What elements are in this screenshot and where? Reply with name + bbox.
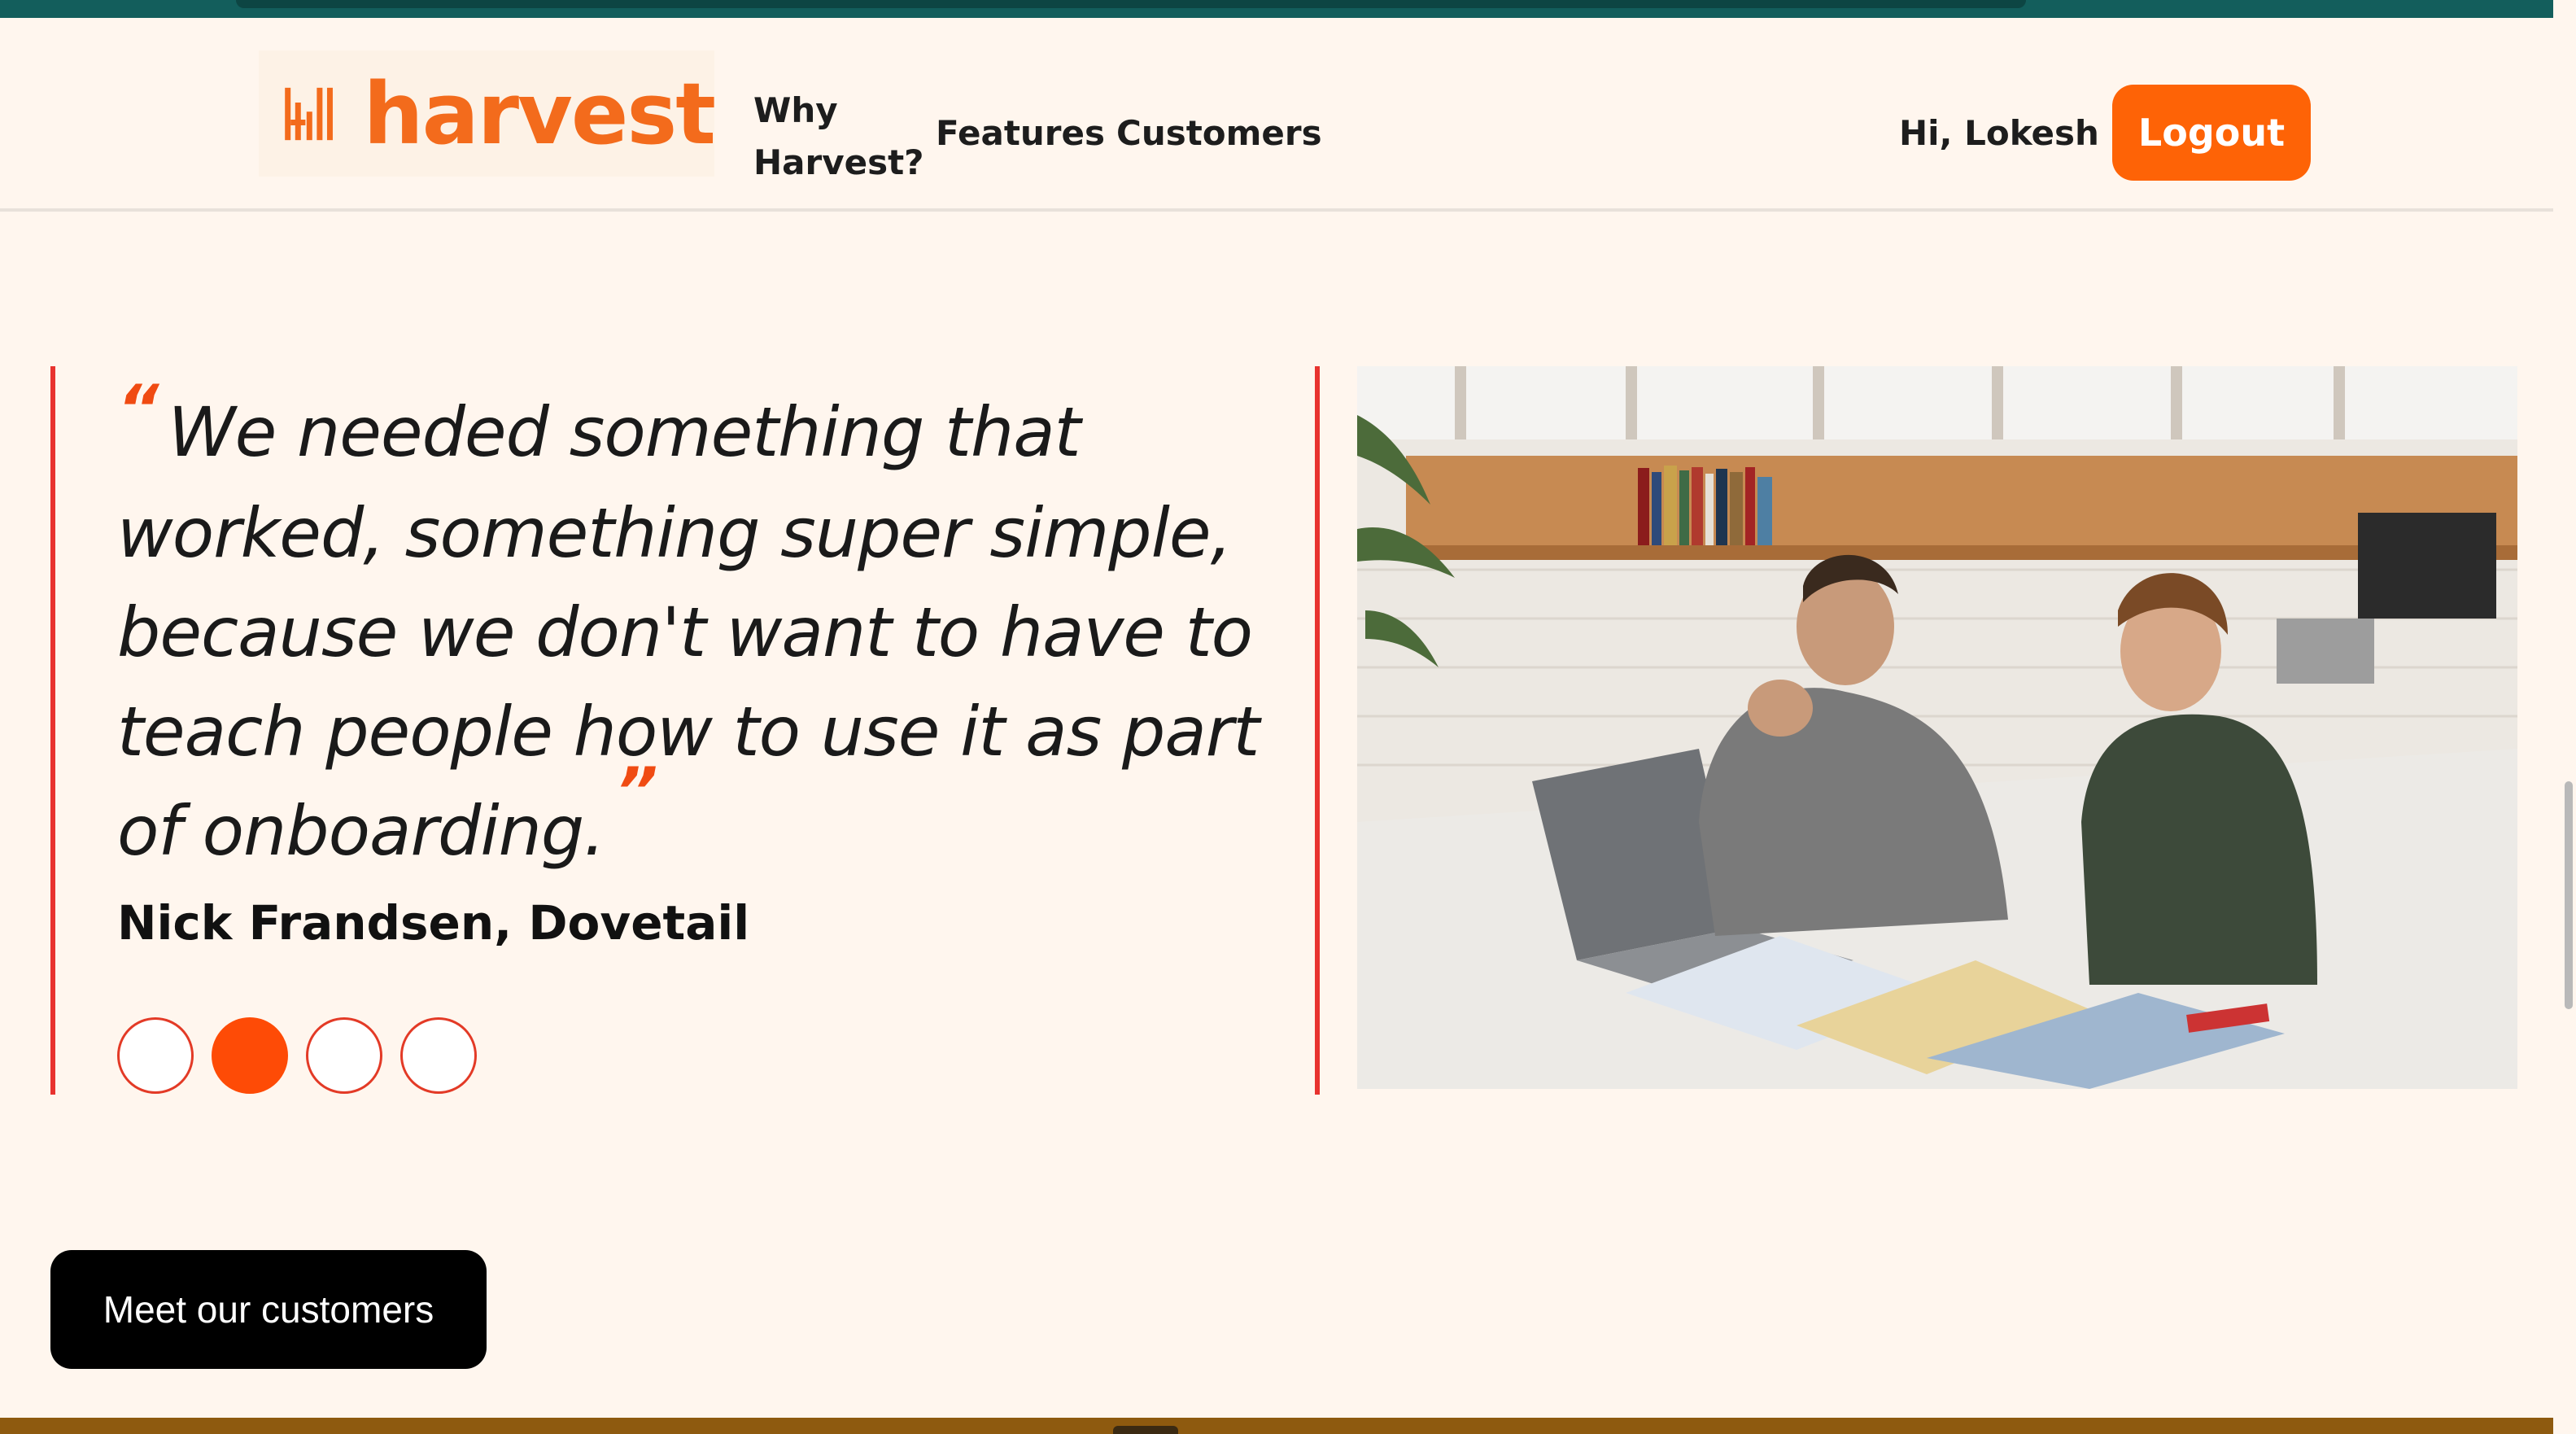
nav-link-customers[interactable]: Customers	[1116, 107, 1322, 160]
quote-body: We needed something that worked, somethi…	[117, 392, 1260, 871]
nav-link-features[interactable]: Features	[936, 107, 1105, 160]
customer-photo	[1357, 366, 2517, 1089]
quote-rule-left	[50, 366, 55, 1095]
scrollbar-track[interactable]	[2553, 0, 2576, 1434]
footer-strip	[0, 1418, 2576, 1434]
logout-button[interactable]: Logout	[2112, 85, 2311, 181]
office-meeting-illustration	[1357, 366, 2517, 1089]
footer-tab	[1113, 1426, 1178, 1434]
brand-name: harvest	[363, 63, 716, 164]
carousel-dot[interactable]	[117, 1017, 194, 1094]
site-header: harvest Why Harvest? Features Customers …	[0, 18, 2553, 212]
carousel-dot[interactable]	[306, 1017, 382, 1094]
user-greeting: Hi, Lokesh	[1899, 113, 2099, 153]
carousel-dot[interactable]	[400, 1017, 477, 1094]
quote-rule-right	[1315, 366, 1320, 1095]
testimonial-author: Nick Frandsen, Dovetail	[117, 895, 750, 951]
meet-customers-button[interactable]: Meet our customers	[50, 1250, 487, 1369]
carousel-dot-active[interactable]	[212, 1017, 288, 1094]
carousel-dots	[117, 1017, 477, 1094]
scrollbar-thumb[interactable]	[2565, 781, 2573, 1009]
nav-link-why-harvest[interactable]: Why Harvest?	[753, 85, 932, 189]
open-quote-mark: “	[117, 371, 159, 447]
close-quote-mark: ”	[615, 754, 658, 829]
browser-top-strip	[0, 0, 2576, 18]
browser-top-strip-inner	[236, 0, 2026, 8]
testimonial-quote: “We needed something that worked, someth…	[117, 371, 1297, 882]
harvest-logo[interactable]: harvest	[259, 50, 716, 177]
harvest-logo-icon	[285, 87, 333, 140]
